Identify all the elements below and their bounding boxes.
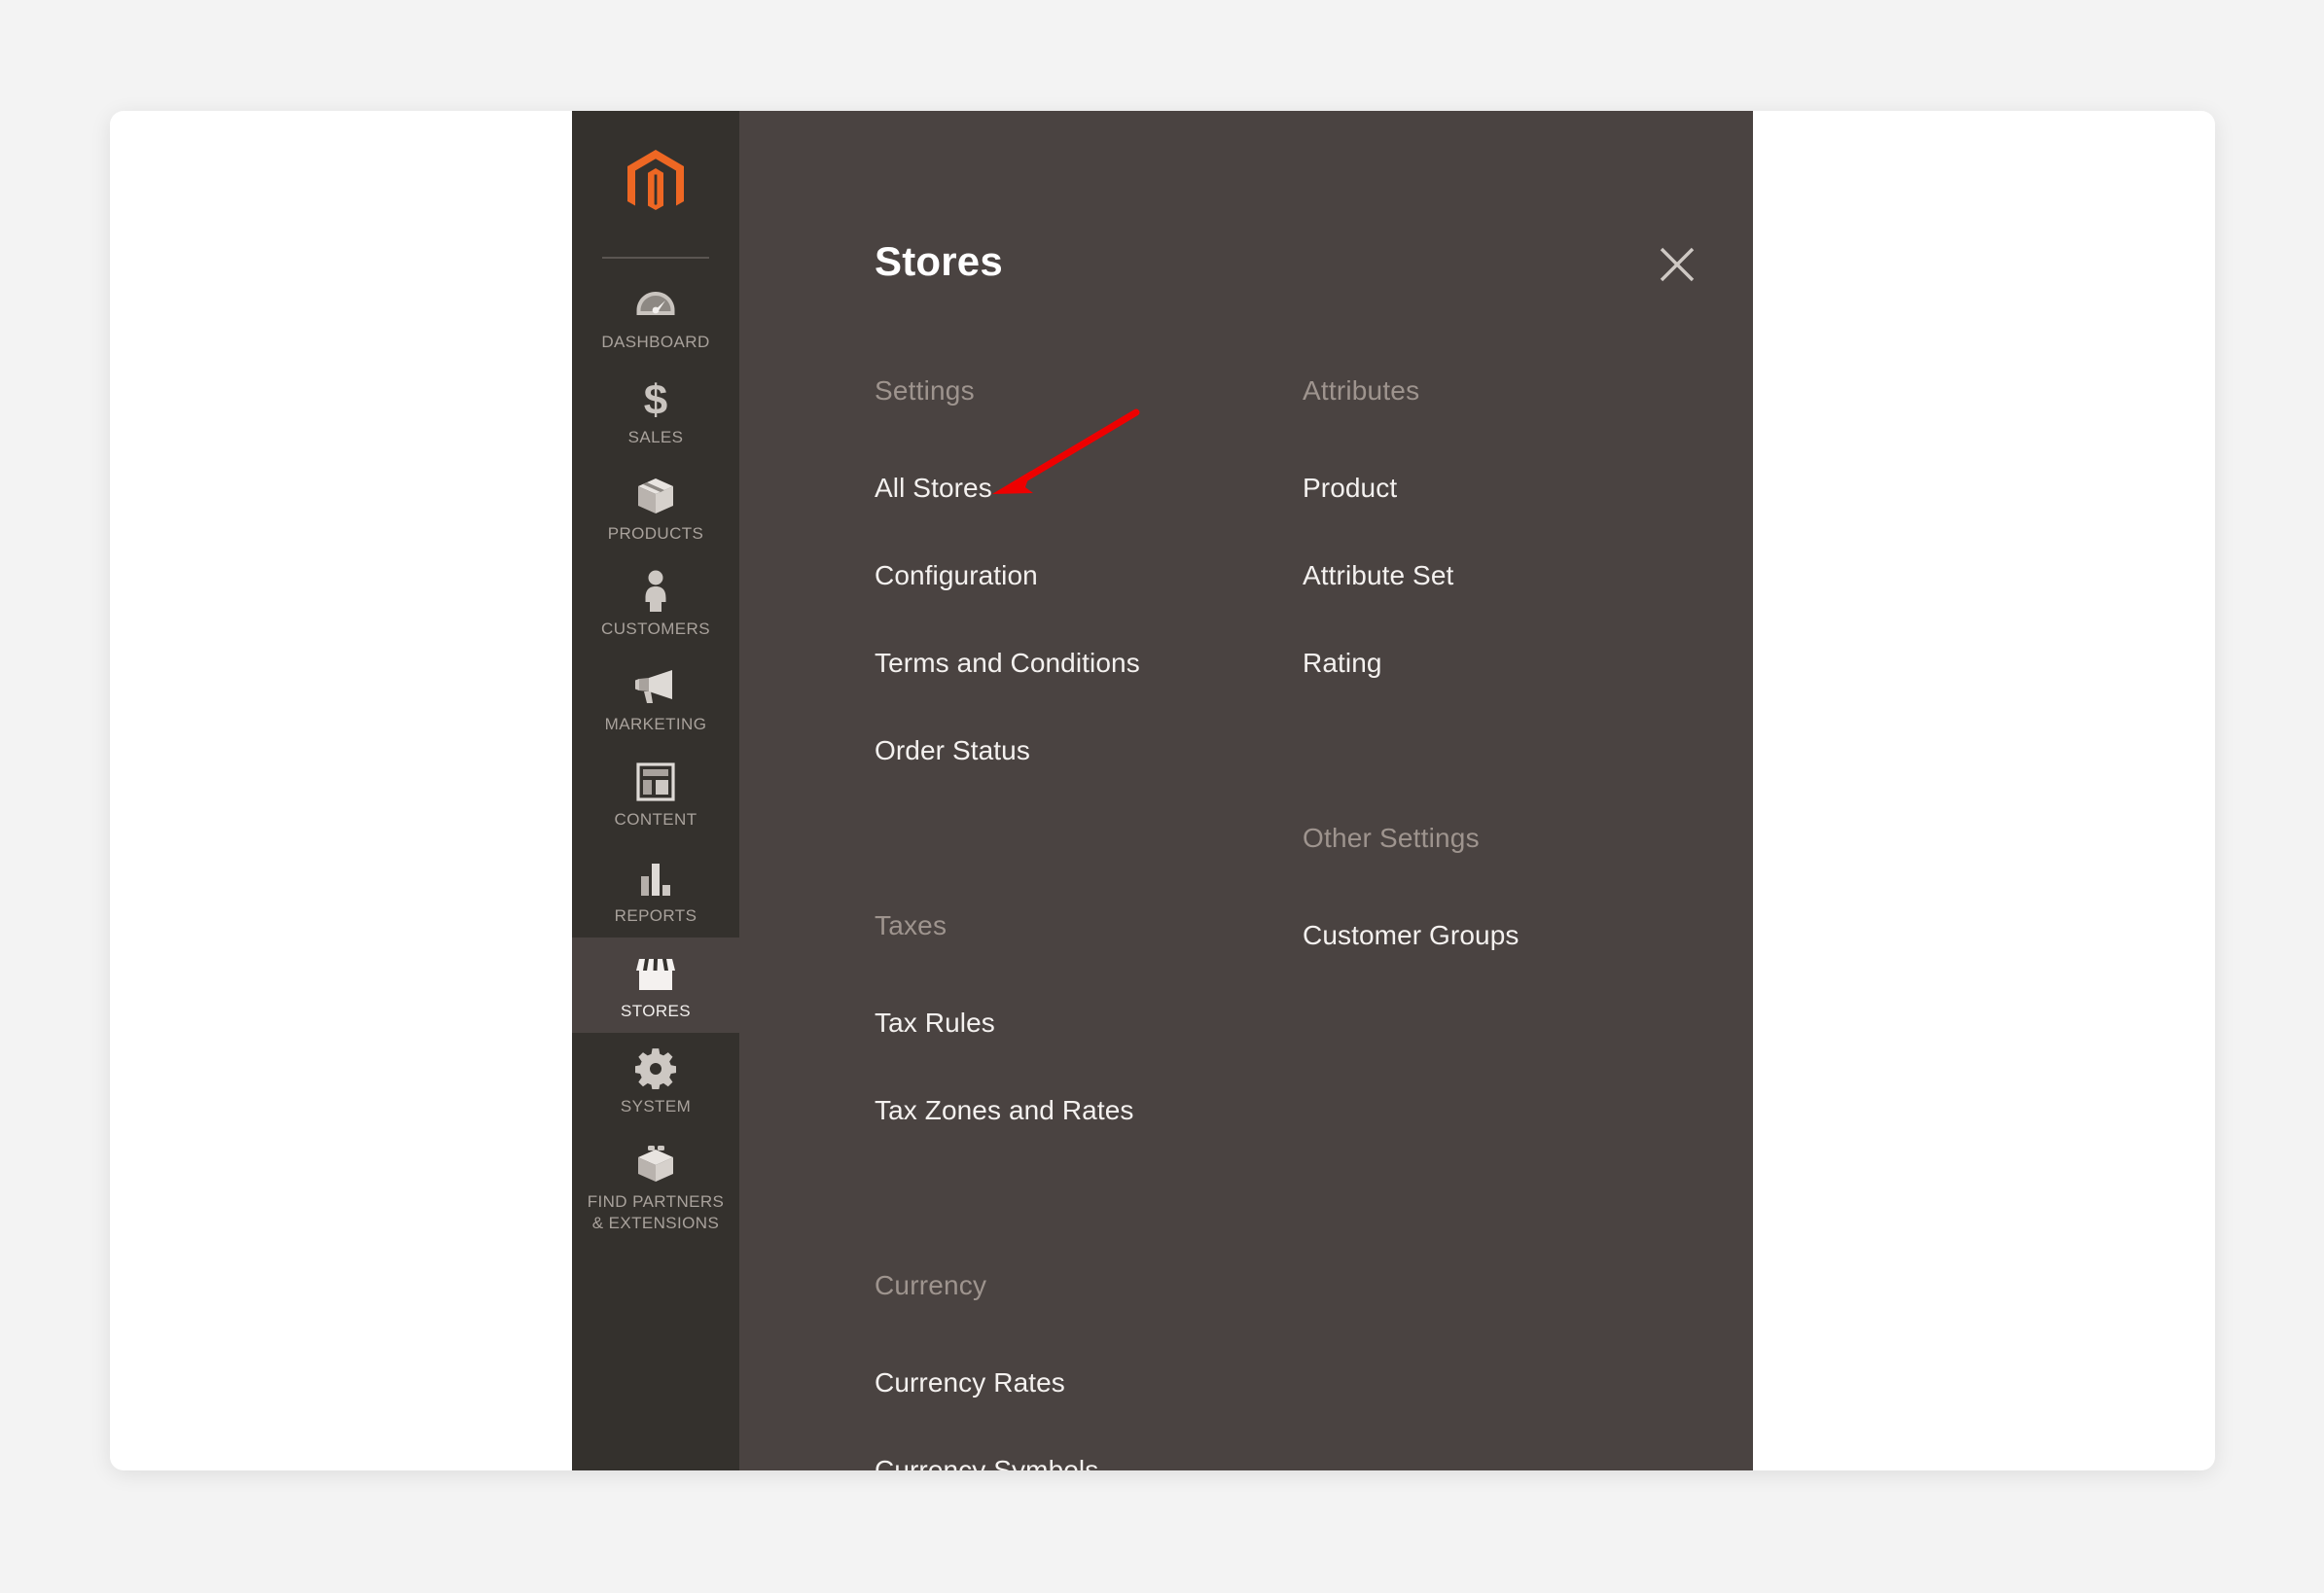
flyout-left-column: Settings All Stores Configuration Terms … [875, 375, 1293, 1470]
menu-item-configuration[interactable]: Configuration [875, 560, 1293, 591]
menu-item-all-stores[interactable]: All Stores [875, 473, 1293, 504]
group-title: Attributes [1303, 375, 1420, 406]
sidebar-item-label: STORES [621, 1001, 691, 1020]
sidebar-item-stores[interactable]: STORES [572, 937, 739, 1033]
sidebar-divider [602, 257, 709, 259]
sidebar-item-label: DASHBOARD [601, 333, 710, 351]
sidebar-item-customers[interactable]: CUSTOMERS [572, 555, 739, 651]
sidebar-item-content[interactable]: CONTENT [572, 746, 739, 841]
magento-logo-icon [627, 150, 684, 210]
menu-group-settings: Settings All Stores Configuration Terms … [875, 375, 1293, 766]
sidebar-item-label: CONTENT [614, 810, 697, 830]
menu-item-rating[interactable]: Rating [1303, 648, 1721, 679]
page-title: Stores [875, 238, 1003, 284]
sidebar-item-label: PRODUCTS [607, 523, 704, 543]
menu-group-attributes: Attributes Product Attribute Set Rating [1303, 375, 1721, 679]
sidebar-item-sales[interactable]: $ SALES [572, 364, 739, 459]
admin-sidebar-nav: DASHBOARD $ SALES PRODUCTS CUSTOMERS MAR… [572, 111, 739, 1470]
admin-window-card: DASHBOARD $ SALES PRODUCTS CUSTOMERS MAR… [110, 111, 2215, 1470]
menu-item-order-status[interactable]: Order Status [875, 735, 1293, 766]
menu-item-customer-groups[interactable]: Customer Groups [1303, 920, 1721, 951]
magento-logo[interactable] [572, 111, 739, 257]
group-title: Settings [875, 375, 975, 406]
megaphone-icon [633, 664, 678, 709]
menu-item-currency-rates[interactable]: Currency Rates [875, 1367, 1293, 1398]
group-title: Currency [875, 1270, 987, 1300]
sidebar-item-reports[interactable]: REPORTS [572, 842, 739, 938]
close-icon [1660, 247, 1695, 282]
close-button[interactable] [1650, 237, 1704, 292]
sidebar-item-marketing[interactable]: MARKETING [572, 651, 739, 746]
svg-text:$: $ [644, 377, 667, 422]
bar-chart-icon [636, 856, 675, 901]
menu-group-taxes: Taxes Tax Rules Tax Zones and Rates [875, 910, 1293, 1126]
person-icon [641, 569, 670, 614]
menu-item-attribute-set[interactable]: Attribute Set [1303, 560, 1721, 591]
menu-item-tax-rules[interactable]: Tax Rules [875, 1008, 1293, 1039]
sidebar-item-label: SALES [627, 428, 684, 447]
box-icon [635, 474, 676, 518]
sidebar-item-find-partners-extensions[interactable]: FIND PARTNERS & EXTENSIONS [572, 1128, 739, 1245]
sidebar-item-label: SYSTEM [620, 1097, 692, 1115]
dollar-icon: $ [639, 377, 672, 422]
sidebar-item-products[interactable]: PRODUCTS [572, 460, 739, 555]
sidebar-item-dashboard[interactable]: DASHBOARD [572, 268, 739, 364]
extension-box-icon [634, 1142, 677, 1186]
menu-group-currency: Currency Currency Rates Currency Symbols [875, 1270, 1293, 1470]
flyout-menu-columns: Settings All Stores Configuration Terms … [875, 375, 1721, 1470]
menu-group-other-settings: Other Settings Customer Groups [1303, 823, 1721, 951]
group-title: Other Settings [1303, 823, 1480, 853]
flyout-right-column: Attributes Product Attribute Set Rating … [1293, 375, 1721, 1470]
gauge-icon [635, 282, 676, 327]
group-title: Taxes [875, 910, 947, 940]
sidebar-item-label: FIND PARTNERS & EXTENSIONS [587, 1192, 725, 1232]
menu-item-currency-symbols[interactable]: Currency Symbols [875, 1455, 1293, 1470]
gear-icon [635, 1046, 676, 1091]
sidebar-item-label: MARKETING [604, 715, 707, 733]
sidebar-item-label: CUSTOMERS [601, 619, 710, 638]
sidebar-item-system[interactable]: SYSTEM [572, 1033, 739, 1128]
menu-item-tax-zones-and-rates[interactable]: Tax Zones and Rates [875, 1095, 1293, 1126]
sidebar-item-label: REPORTS [614, 905, 697, 925]
storefront-icon [635, 951, 676, 996]
stores-flyout-panel: Stores Settings All Stores Configuration… [739, 111, 1753, 1470]
menu-item-terms-and-conditions[interactable]: Terms and Conditions [875, 648, 1293, 679]
menu-item-product[interactable]: Product [1303, 473, 1721, 504]
layout-icon [636, 760, 675, 804]
